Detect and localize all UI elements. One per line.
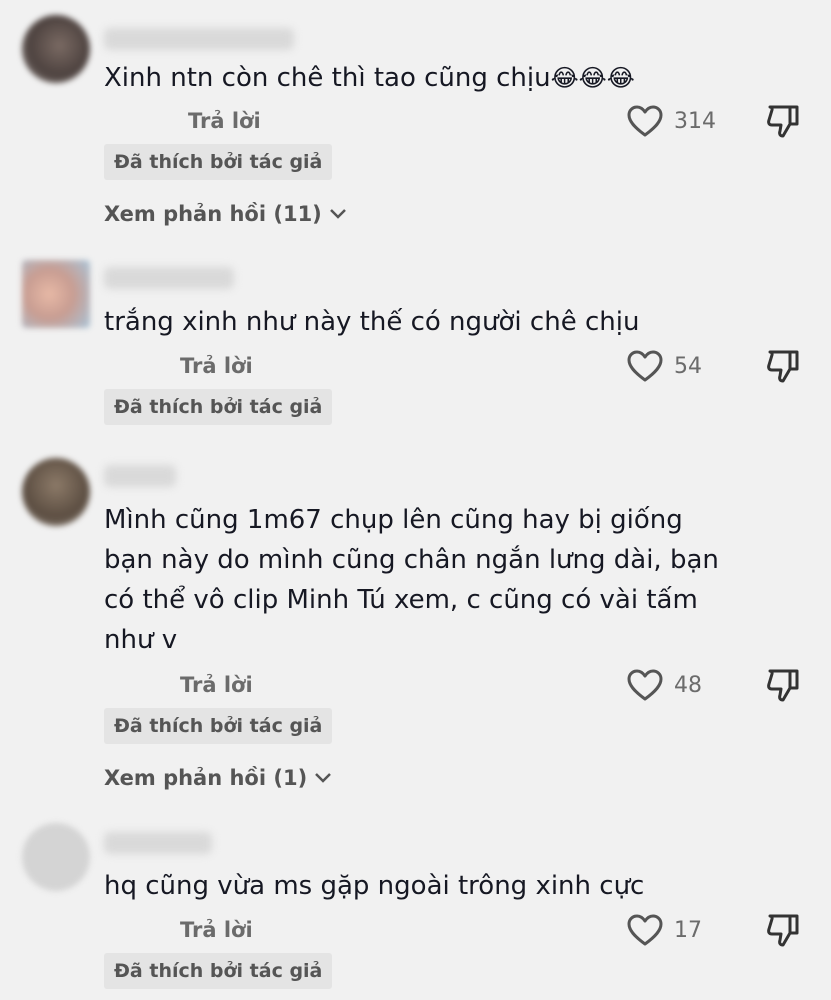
heart-icon <box>627 105 663 137</box>
comment-text: Xinh ntn còn chê thì tao cũng chịu😂😂😂 <box>104 58 744 98</box>
liked-by-author-badge: Đã thích bởi tác giả <box>104 144 333 180</box>
like-count: 17 <box>674 917 702 943</box>
liked-by-author-badge: Đã thích bởi tác giả <box>104 389 333 425</box>
view-replies-button[interactable]: Xem phản hồi (1) <box>104 766 333 790</box>
like-count: 54 <box>674 353 702 379</box>
liked-by-author-badge: Đã thích bởi tác giả <box>104 953 333 989</box>
dislike-icon[interactable] <box>764 666 802 704</box>
dislike-icon[interactable] <box>764 102 802 140</box>
heart-icon <box>627 350 663 382</box>
reply-button[interactable]: Trả lời <box>180 354 253 378</box>
username-blurred[interactable] <box>104 832 212 854</box>
chevron-down-icon <box>315 773 332 783</box>
dislike-icon[interactable] <box>764 911 802 949</box>
comment-text: trắng xinh như này thế có người chê chịu <box>104 307 640 337</box>
comment-text: hq cũng vừa ms gặp ngoài trông xinh cực <box>104 871 645 901</box>
like-button[interactable]: 17 <box>626 913 702 947</box>
username-blurred[interactable] <box>104 465 176 487</box>
reply-button[interactable]: Trả lời <box>188 109 261 133</box>
liked-by-author-badge: Đã thích bởi tác giả <box>104 708 333 744</box>
laugh-emoji: 😂😂😂 <box>550 64 635 92</box>
username-blurred[interactable] <box>104 28 294 50</box>
like-count: 48 <box>674 672 702 698</box>
comment-text: Mình cũng 1m67 chụp lên cũng hay bị giốn… <box>104 505 719 655</box>
heart-icon <box>627 914 663 946</box>
dislike-icon[interactable] <box>764 347 802 385</box>
view-replies-label: Xem phản hồi (1) <box>104 766 308 790</box>
username-blurred[interactable] <box>104 267 234 289</box>
like-button[interactable]: 54 <box>626 349 702 383</box>
view-replies-button[interactable]: Xem phản hồi (11) <box>104 202 348 226</box>
avatar[interactable] <box>22 458 90 526</box>
avatar[interactable] <box>22 823 90 891</box>
avatar[interactable] <box>22 15 90 83</box>
comment-text-body: Xinh ntn còn chê thì tao cũng chịu <box>104 63 551 93</box>
like-button[interactable]: 314 <box>626 104 716 138</box>
like-count: 314 <box>674 108 716 134</box>
view-replies-label: Xem phản hồi (11) <box>104 202 322 226</box>
reply-button[interactable]: Trả lời <box>180 673 253 697</box>
reply-button[interactable]: Trả lời <box>180 918 253 942</box>
avatar[interactable] <box>22 260 90 328</box>
heart-icon <box>627 669 663 701</box>
like-button[interactable]: 48 <box>626 668 702 702</box>
chevron-down-icon <box>329 209 346 219</box>
